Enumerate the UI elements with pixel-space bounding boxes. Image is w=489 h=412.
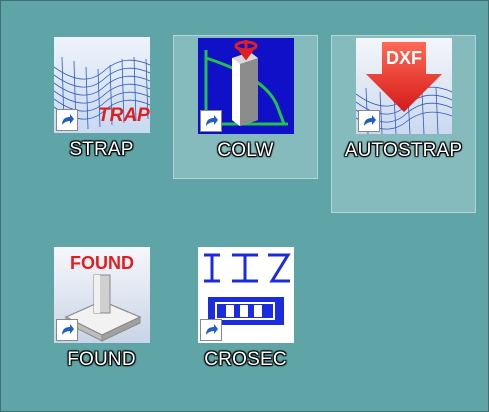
- shortcut-arrow-icon: [55, 319, 78, 341]
- colw-icon: [197, 38, 294, 134]
- found-icon: FOUND: [53, 247, 150, 343]
- shortcut-arrow-icon: [199, 319, 222, 341]
- desktop-icon-crosec[interactable]: CROSEC: [173, 241, 318, 373]
- desktop-icon-strap[interactable]: TRAP STRAP: [29, 31, 174, 163]
- strap-icon: TRAP: [53, 37, 150, 133]
- desktop: TRAP STRAP COLW DXF AUTOSTRAP FOUND FOUN…: [0, 0, 489, 412]
- desktop-icon-label: FOUND: [67, 349, 136, 370]
- desktop-icon-found[interactable]: FOUND FOUND: [29, 241, 174, 373]
- desktop-icon-colw[interactable]: COLW: [173, 35, 318, 179]
- found-icon-badge: FOUND: [70, 253, 134, 273]
- shortcut-arrow-icon: [357, 110, 380, 132]
- desktop-icon-label: STRAP: [69, 139, 134, 160]
- shortcut-arrow-icon: [199, 110, 222, 132]
- desktop-icon-label: COLW: [217, 140, 274, 161]
- desktop-icon-label: CROSEC: [204, 349, 287, 370]
- crosec-icon: [197, 247, 294, 343]
- strap-icon-badge: TRAP: [98, 105, 150, 126]
- desktop-icon-autostrap[interactable]: DXF AUTOSTRAP: [331, 35, 476, 213]
- desktop-icon-label: AUTOSTRAP: [344, 140, 463, 161]
- autostrap-icon-badge: DXF: [386, 48, 422, 68]
- autostrap-icon: DXF: [355, 38, 452, 134]
- shortcut-arrow-icon: [55, 109, 78, 131]
